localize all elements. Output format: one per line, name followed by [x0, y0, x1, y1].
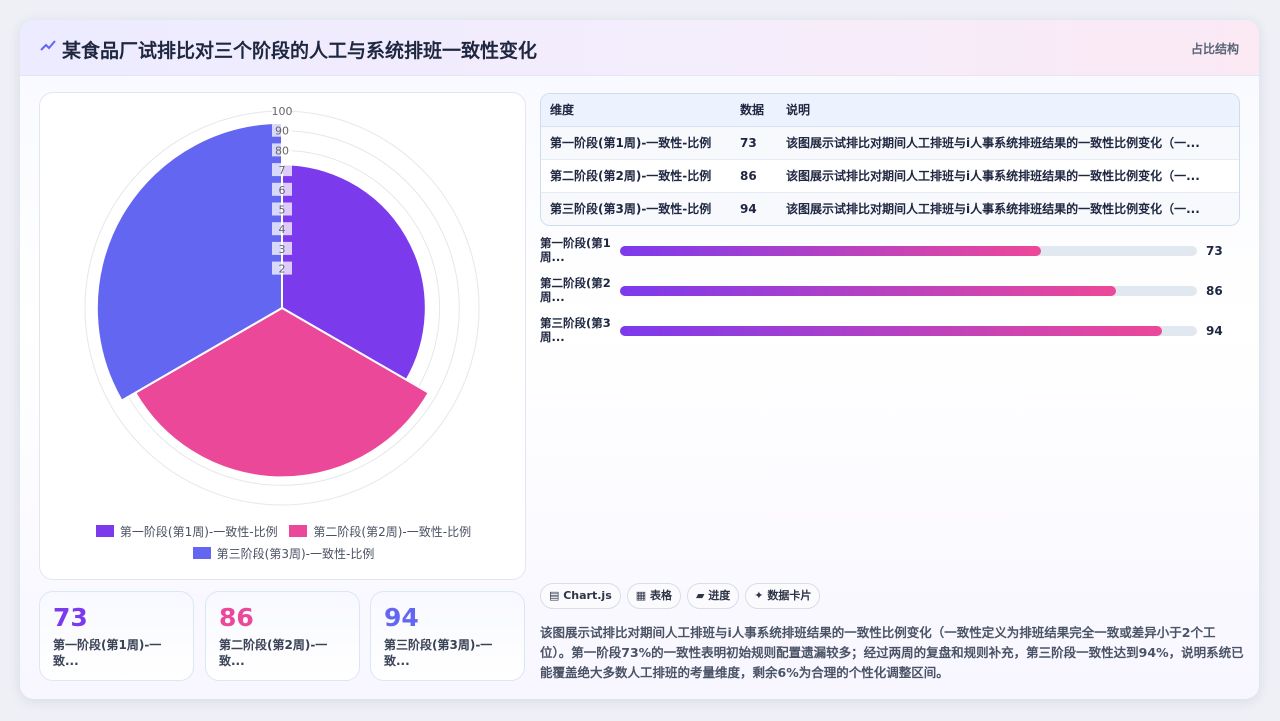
- tick-label: 100: [272, 105, 293, 118]
- kpi-label: 第三阶段(第3周)-一致...: [384, 638, 493, 668]
- chip-label: Chart.js: [563, 589, 612, 602]
- kpi-label: 第二阶段(第2周)-一致...: [219, 638, 328, 668]
- chart-panel: 100 90 80 7 6 5 4 3 2 第一阶段(第1周)-一致性-比例 第二阶段(第2周)…: [39, 92, 526, 580]
- cell-description: 该图展示试排比对期间人工排班与i人事系统排班结果的一致性比例变化（一...: [777, 126, 1239, 160]
- main-card: 某食品厂试排比对三个阶段的人工与系统排班一致性变化 占比结构 100 90 80 7 6…: [20, 20, 1259, 699]
- tick-label: 4: [279, 223, 286, 236]
- legend-item[interactable]: 第三阶段(第3周)-一致性-比例: [192, 543, 375, 565]
- chart-description: 该图展示试排比对期间人工排班与i人事系统排班结果的一致性比例变化（一致性定义为排…: [540, 625, 1244, 680]
- sparkle-icon: ✦: [754, 589, 768, 602]
- progress-row: 第三阶段(第3周... 94: [540, 316, 1240, 350]
- kpi-label: 第一阶段(第1周)-一致...: [53, 638, 162, 668]
- column-header-dimension: 维度: [541, 94, 731, 127]
- data-table: 维度 数据 说明 第一阶段(第1周)-一致性-比例 73 该图展示试排比对期间人…: [540, 93, 1240, 226]
- tick-label: 7: [279, 164, 286, 177]
- kpi-card: 86 第二阶段(第2周)-一致...: [205, 591, 360, 681]
- progress-icon: ▰: [695, 589, 709, 602]
- legend-swatch: [95, 525, 114, 537]
- tick-label: 2: [279, 263, 286, 276]
- table-icon: ▦: [635, 589, 650, 602]
- chart-category-tag: 占比结构: [1190, 42, 1239, 56]
- kpi-value: 86: [219, 603, 254, 632]
- progress-row: 第二阶段(第2周... 86: [540, 276, 1240, 310]
- table-row: 第一阶段(第1周)-一致性-比例 73 该图展示试排比对期间人工排班与i人事系统…: [541, 126, 1239, 160]
- chip-progress[interactable]: ▰ 进度: [686, 583, 740, 609]
- chip-label: 进度: [708, 589, 731, 602]
- chip-data-card[interactable]: ✦ 数据卡片: [745, 583, 821, 609]
- kpi-card: 94 第三阶段(第3周)-一致...: [370, 591, 525, 681]
- cell-dimension: 第三阶段(第3周)-一致性-比例: [541, 192, 731, 225]
- progress-value: 94: [1206, 324, 1223, 338]
- progress-row: 第一阶段(第1周... 73: [540, 236, 1240, 270]
- progress-value: 86: [1206, 284, 1223, 298]
- table-row: 第二阶段(第2周)-一致性-比例 86 该图展示试排比对期间人工排班与i人事系统…: [541, 159, 1239, 193]
- tech-chips: ▤ Chart.js ▦ 表格 ▰ 进度 ✦ 数据卡片: [540, 583, 826, 609]
- cell-description: 该图展示试排比对期间人工排班与i人事系统排班结果的一致性比例变化（一...: [777, 159, 1239, 193]
- progress-label: 第二阶段(第2周...: [540, 276, 611, 304]
- kpi-value: 94: [384, 603, 419, 632]
- chip-label: 数据卡片: [767, 589, 812, 602]
- progress-fill: [620, 286, 1117, 296]
- tick-label: 80: [275, 144, 289, 157]
- cell-dimension: 第一阶段(第1周)-一致性-比例: [541, 126, 731, 160]
- cell-value: 94: [731, 192, 777, 225]
- tick-label: 3: [279, 243, 286, 256]
- table-header-row: 维度 数据 说明: [541, 94, 1239, 127]
- progress-fill: [620, 246, 1042, 256]
- progress-track: [620, 326, 1197, 336]
- progress-label: 第一阶段(第1周...: [540, 236, 611, 264]
- cell-value: 73: [731, 126, 777, 160]
- progress-track: [620, 286, 1197, 296]
- legend-swatch: [192, 547, 211, 559]
- tick-label: 5: [279, 204, 286, 217]
- progress-fill: [620, 326, 1163, 336]
- column-header-value: 数据: [731, 94, 777, 127]
- chart-legend: 第一阶段(第1周)-一致性-比例 第二阶段(第2周)-一致性-比例 第三阶段(第…: [40, 521, 527, 565]
- tick-label: 90: [275, 125, 289, 138]
- chip-chartjs[interactable]: ▤ Chart.js: [540, 583, 621, 609]
- legend-label: 第三阶段(第3周)-一致性-比例: [216, 547, 375, 561]
- legend-label: 第一阶段(第1周)-一致性-比例: [119, 525, 278, 539]
- cell-value: 86: [731, 159, 777, 193]
- column-header-description: 说明: [777, 94, 1239, 127]
- chip-label: 表格: [649, 589, 672, 602]
- legend-label: 第二阶段(第2周)-一致性-比例: [313, 525, 472, 539]
- cell-description: 该图展示试排比对期间人工排班与i人事系统排班结果的一致性比例变化（一...: [777, 192, 1239, 225]
- trend-line-icon: [40, 40, 56, 51]
- legend-item[interactable]: 第一阶段(第1周)-一致性-比例: [95, 521, 278, 543]
- page-title: 某食品厂试排比对三个阶段的人工与系统排班一致性变化: [62, 40, 538, 62]
- kpi-value: 73: [53, 603, 88, 632]
- legend-item[interactable]: 第二阶段(第2周)-一致性-比例: [289, 521, 471, 543]
- table-row: 第三阶段(第3周)-一致性-比例 94 该图展示试排比对期间人工排班与i人事系统…: [541, 192, 1239, 225]
- progress-track: [620, 246, 1197, 256]
- progress-label: 第三阶段(第3周...: [540, 316, 611, 344]
- chip-table[interactable]: ▦ 表格: [626, 583, 681, 609]
- cell-dimension: 第二阶段(第2周)-一致性-比例: [541, 159, 731, 193]
- progress-value: 73: [1206, 244, 1223, 258]
- tick-label: 6: [279, 184, 286, 197]
- card-header: 某食品厂试排比对三个阶段的人工与系统排班一致性变化 占比结构: [20, 20, 1259, 76]
- chart-icon: ▤: [549, 589, 564, 602]
- kpi-card: 73 第一阶段(第1周)-一致...: [39, 591, 194, 681]
- polar-area-chart[interactable]: 100 90 80 7 6 5 4 3 2: [40, 93, 527, 518]
- legend-swatch: [289, 525, 308, 537]
